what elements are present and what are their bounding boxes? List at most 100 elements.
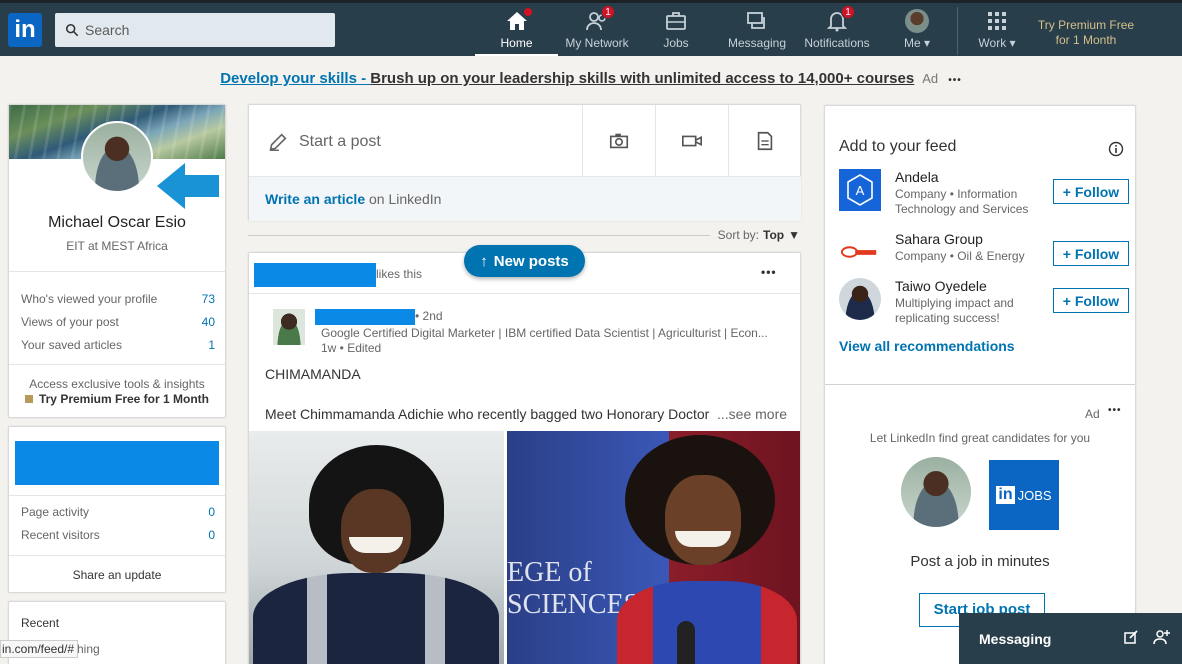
post-job-text: Post a job in minutes (910, 553, 1050, 570)
svg-text:A: A (856, 183, 865, 198)
stat-profile-views[interactable]: Who's viewed your profile 73 (21, 292, 215, 306)
document-button[interactable] (728, 105, 801, 177)
photo-face (665, 475, 741, 565)
write-article-link[interactable]: Write an article (265, 191, 365, 207)
video-button[interactable] (655, 105, 728, 177)
search-box[interactable] (55, 13, 335, 47)
feed-post: likes this ••• • 2nd Google Certified Di… (248, 252, 801, 664)
nav-notifications[interactable]: 1 Notifications (802, 5, 872, 56)
post-photo-left[interactable] (249, 431, 504, 664)
profile-title: EIT at MEST Africa (66, 239, 168, 253)
likes-this-text: likes this (376, 267, 423, 281)
rec-sahara: Sahara Group Company • Oil & Energy + Fo… (839, 231, 1129, 277)
nav-me-label: Me ▾ (903, 36, 931, 50)
info-icon[interactable] (1108, 141, 1124, 157)
arrow-left-icon (157, 163, 219, 209)
network-badge: 1 (601, 5, 615, 19)
profile-avatar[interactable] (81, 121, 153, 193)
home-icon (505, 7, 533, 33)
photo-smile (349, 537, 403, 553)
photo-gown (253, 573, 499, 664)
search-icon (65, 23, 79, 37)
post-more-icon[interactable]: ••• (761, 265, 777, 279)
divider (249, 293, 800, 294)
pencil-icon (269, 133, 287, 151)
nav-me[interactable]: Me ▾ (898, 9, 936, 56)
start-post-button[interactable]: Start a post (267, 131, 381, 153)
andela-logo[interactable]: A (839, 169, 881, 211)
messaging-bar-label: Messaging (979, 630, 1052, 647)
nav-home[interactable]: Home (475, 7, 558, 56)
rec-desc: Company • Information Technology and Ser… (895, 187, 1029, 216)
rec-name[interactable]: Taiwo Oyedele (895, 278, 987, 294)
connection-degree: • 2nd (415, 309, 443, 323)
follow-button[interactable]: + Follow (1053, 288, 1129, 313)
sort-dropdown[interactable]: Top (763, 228, 784, 242)
jobs-label: JOBS (1017, 487, 1052, 503)
follow-button[interactable]: + Follow (1053, 179, 1129, 204)
linkedin-logo[interactable]: in (8, 13, 42, 47)
people-icon: 1 (585, 5, 615, 33)
ad-banner-link[interactable]: Develop your skills - (220, 70, 370, 87)
briefcase-icon (664, 9, 688, 33)
caret-down-icon[interactable]: ▼ (788, 228, 800, 242)
follow-button[interactable]: + Follow (1053, 241, 1129, 266)
redacted-page-name (15, 441, 219, 485)
add-person-icon[interactable] (1153, 628, 1171, 646)
try-premium-link[interactable]: Try Premium Free for 1 Month (9, 392, 225, 406)
rec-name[interactable]: Andela (895, 169, 939, 185)
author-avatar[interactable] (273, 309, 305, 345)
divider (9, 555, 225, 556)
video-icon (682, 135, 702, 147)
sahara-logo[interactable] (839, 231, 881, 273)
ad-banner-text[interactable]: Brush up on your leadership skills with … (370, 70, 914, 87)
ad-text: Let LinkedIn find great candidates for y… (869, 431, 1091, 445)
nav-my-network-label: My Network (565, 36, 629, 50)
ad-label: Ad (1085, 407, 1100, 421)
sort-row: Sort by: Top ▼ (248, 228, 800, 242)
post-photo-right[interactable]: EGE of SCIENCES (507, 431, 800, 664)
stat-recent-visitors[interactable]: Recent visitors 0 (21, 528, 215, 542)
stat-post-views[interactable]: Views of your post 40 (21, 315, 215, 329)
photo-face (341, 489, 411, 573)
write-article-row[interactable]: Write an article on LinkedIn (249, 177, 801, 221)
search-input[interactable] (85, 22, 325, 38)
recent-item[interactable]: hing (77, 642, 100, 656)
ad-more-icon[interactable]: ••• (1108, 405, 1122, 416)
redacted-author-name[interactable] (315, 309, 415, 325)
share-update-button[interactable]: Share an update (9, 568, 225, 582)
recent-title: Recent (21, 616, 60, 630)
add-to-feed-card: Add to your feed A Andela Company • Info… (824, 105, 1136, 385)
photo-smile (675, 531, 731, 547)
rec-name[interactable]: Sahara Group (895, 231, 983, 247)
new-posts-button[interactable]: ↑ New posts (464, 245, 585, 277)
post-text-body: Meet Chimmamanda Adichie who recently ba… (265, 406, 710, 422)
arrow-up-icon: ↑ (480, 252, 488, 270)
stat-saved-articles[interactable]: Your saved articles 1 (21, 338, 215, 352)
stat-page-activity[interactable]: Page activity 0 (21, 505, 215, 519)
nav-jobs-label: Jobs (663, 36, 689, 50)
nav-premium-link[interactable]: Try Premium Free for 1 Month (1030, 18, 1142, 48)
nav-messaging[interactable]: Messaging (726, 9, 788, 56)
divider (248, 234, 710, 236)
nav-jobs[interactable]: Jobs (654, 9, 698, 56)
ad-more-icon[interactable]: ••• (948, 75, 962, 86)
taiwo-avatar[interactable] (839, 278, 881, 320)
divider (9, 364, 225, 365)
ad-user-avatar (901, 457, 971, 527)
post-text-title: CHIMAMANDA (265, 366, 361, 382)
page-card: Page activity 0 Recent visitors 0 Share an… (8, 426, 226, 593)
nav-my-network[interactable]: 1 My Network (562, 5, 632, 56)
on-linkedin-text: on LinkedIn (365, 191, 442, 207)
premium-icon (24, 395, 33, 403)
compose-icon[interactable] (1123, 629, 1139, 645)
see-more-link[interactable]: ...see more (717, 406, 787, 422)
status-url: in.com/feed/# (0, 640, 78, 658)
share-box: Start a post Write an article on LinkedI… (248, 104, 801, 221)
view-all-recommendations-link[interactable]: View all recommendations (839, 338, 1015, 354)
messaging-bar[interactable]: Messaging (959, 613, 1182, 664)
profile-name[interactable]: Michael Oscar Esio (9, 214, 225, 232)
photo-button[interactable] (582, 105, 655, 177)
post-time: 1w • Edited (321, 341, 382, 355)
nav-work[interactable]: Work ▾ (974, 9, 1020, 56)
